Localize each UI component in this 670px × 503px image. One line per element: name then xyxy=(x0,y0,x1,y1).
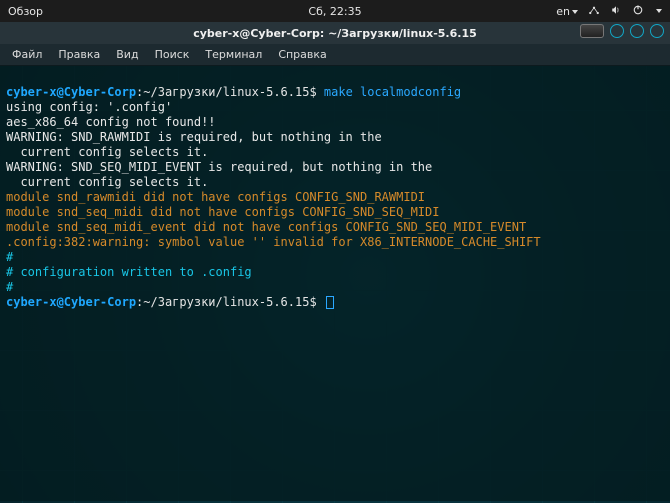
prompt-user: cyber-x@Cyber-Corp xyxy=(6,85,136,99)
system-menu-chevron-icon[interactable] xyxy=(656,9,662,13)
panel-clock[interactable]: Сб, 22:35 xyxy=(308,5,361,18)
power-icon[interactable] xyxy=(632,4,644,19)
menu-edit[interactable]: Правка xyxy=(52,46,106,63)
output-line: aes_x86_64 config not found!! xyxy=(6,115,216,129)
volume-icon[interactable] xyxy=(610,4,622,19)
output-line: WARNING: SND_SEQ_MIDI_EVENT is required,… xyxy=(6,160,432,174)
command-1: make localmodconfig xyxy=(324,85,461,99)
output-line: module snd_seq_midi_event did not have c… xyxy=(6,220,526,234)
close-button[interactable] xyxy=(650,24,664,38)
window-controls xyxy=(580,24,664,38)
activities-button[interactable]: Обзор xyxy=(8,5,43,18)
minimize-button[interactable] xyxy=(610,24,624,38)
terminal-menubar: Файл Правка Вид Поиск Терминал Справка xyxy=(0,44,670,66)
output-line: module snd_rawmidi did not have configs … xyxy=(6,190,425,204)
output-line: # configuration written to .config xyxy=(6,265,252,279)
prompt-user: cyber-x@Cyber-Corp xyxy=(6,295,136,309)
output-line: current config selects it. xyxy=(6,145,208,159)
prompt-path: :~/Загрузки/linux-5.6.15$ xyxy=(136,85,324,99)
gnome-top-panel: Обзор Сб, 22:35 en xyxy=(0,0,670,22)
window-titlebar[interactable]: cyber-x@Cyber-Corp: ~/Загрузки/linux-5.6… xyxy=(0,22,670,44)
network-icon[interactable] xyxy=(588,4,600,19)
output-line: # xyxy=(6,280,13,294)
battery-icon xyxy=(580,24,604,38)
menu-search[interactable]: Поиск xyxy=(149,46,196,63)
output-line: module snd_seq_midi did not have configs… xyxy=(6,205,439,219)
menu-help[interactable]: Справка xyxy=(272,46,332,63)
output-line: .config:382:warning: symbol value '' inv… xyxy=(6,235,541,249)
output-line: # xyxy=(6,250,13,264)
window-title: cyber-x@Cyber-Corp: ~/Загрузки/linux-5.6… xyxy=(193,27,477,40)
output-line: current config selects it. xyxy=(6,175,208,189)
keyboard-layout-indicator[interactable]: en xyxy=(556,5,578,18)
terminal-viewport[interactable]: cyber-x@Cyber-Corp:~/Загрузки/linux-5.6.… xyxy=(0,66,670,501)
menu-terminal[interactable]: Терминал xyxy=(199,46,268,63)
menu-view[interactable]: Вид xyxy=(110,46,144,63)
terminal-cursor xyxy=(326,296,334,309)
output-line: using config: '.config' xyxy=(6,100,172,114)
output-line: WARNING: SND_RAWMIDI is required, but no… xyxy=(6,130,382,144)
maximize-button[interactable] xyxy=(630,24,644,38)
menu-file[interactable]: Файл xyxy=(6,46,48,63)
prompt-path: :~/Загрузки/linux-5.6.15$ xyxy=(136,295,324,309)
